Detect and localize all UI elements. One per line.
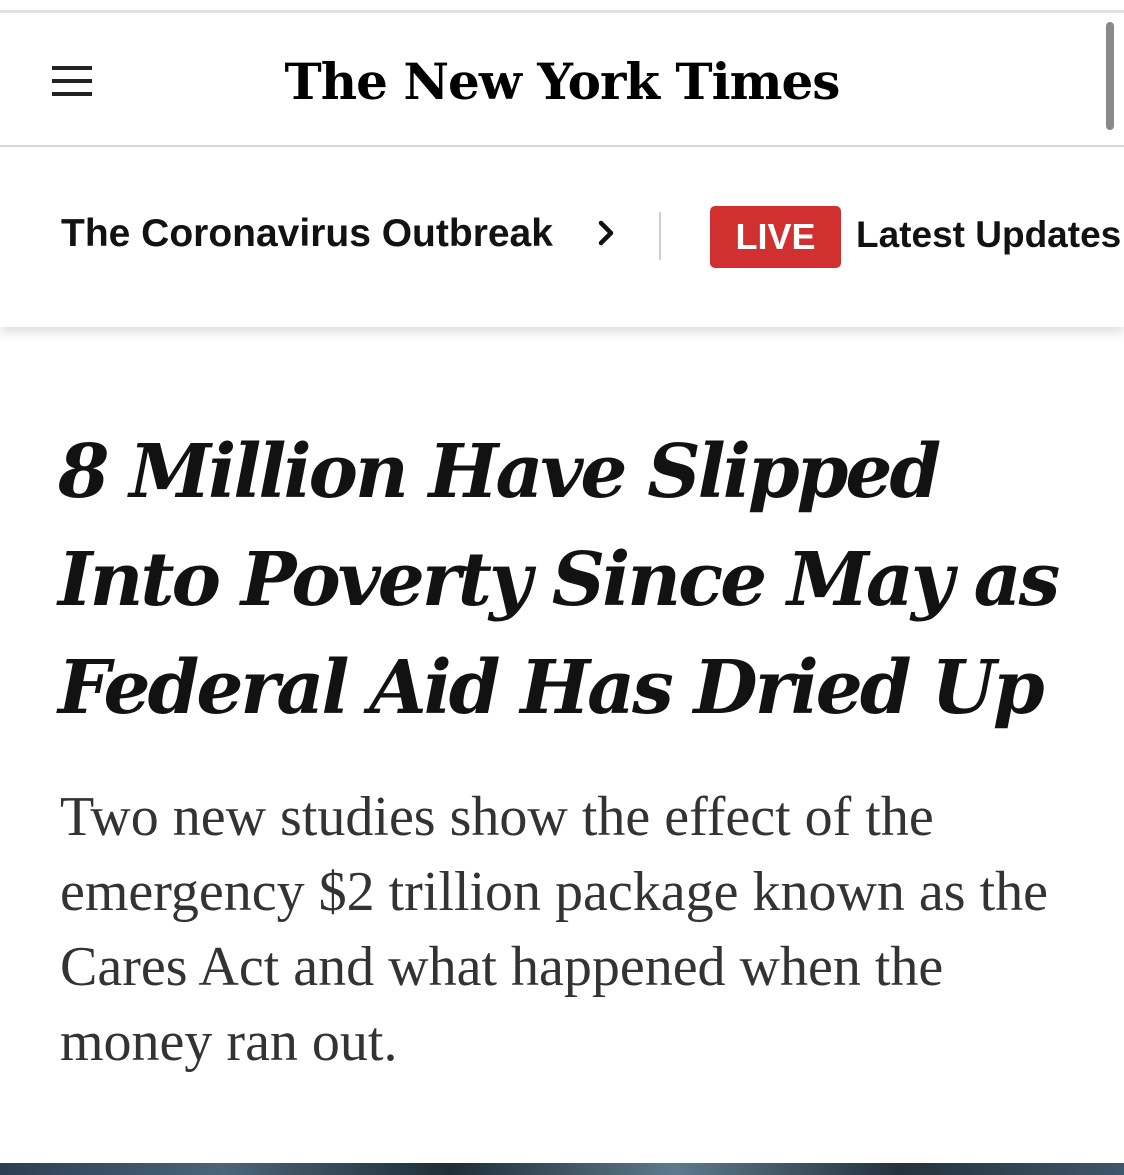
- lead-image: [0, 1163, 1124, 1175]
- nav-divider: [659, 212, 661, 260]
- live-badge[interactable]: LIVE: [710, 206, 841, 268]
- latest-updates-link[interactable]: Latest Updates: [856, 210, 1121, 260]
- chevron-right-icon[interactable]: [596, 218, 618, 248]
- article-headline: 8 Million Have Slipped Into Poverty Sinc…: [58, 429, 1060, 731]
- menu-button[interactable]: [48, 55, 96, 96]
- nyt-logo[interactable]: The New York Times: [240, 42, 884, 122]
- scrollbar[interactable]: [1106, 22, 1114, 130]
- hamburger-menu-icon: [52, 66, 92, 70]
- section-link-coronavirus-outbreak[interactable]: The Coronavirus Outbreak: [61, 210, 553, 258]
- article-summary: Two new studies show the effect of the e…: [60, 786, 1048, 1073]
